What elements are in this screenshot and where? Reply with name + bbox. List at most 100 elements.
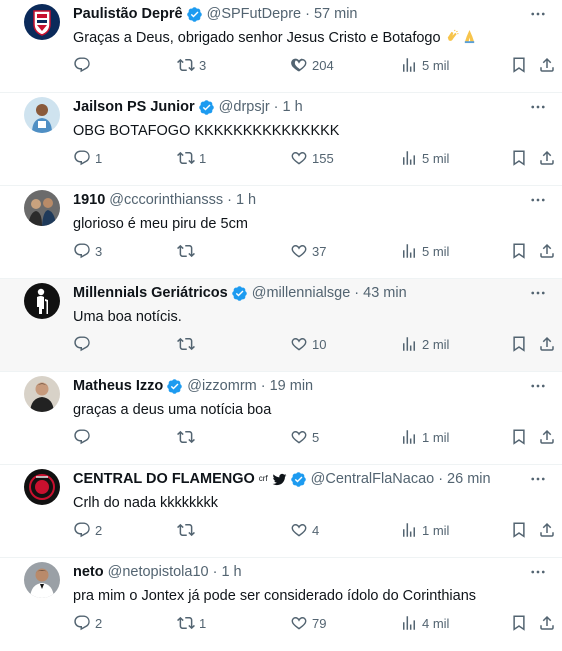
like-button[interactable]: 79 xyxy=(290,612,326,634)
timestamp[interactable]: 19 min xyxy=(270,377,314,395)
author-handle[interactable]: @izzomrm xyxy=(187,377,257,395)
timestamp[interactable]: 1 h xyxy=(283,98,303,116)
views-button[interactable]: 5 mil xyxy=(400,240,449,262)
more-options-icon[interactable] xyxy=(528,5,548,21)
retweet-button[interactable] xyxy=(177,519,199,541)
views-icon xyxy=(403,58,415,72)
avatar[interactable] xyxy=(24,97,60,133)
bookmark-button[interactable] xyxy=(510,612,528,634)
share-button[interactable] xyxy=(538,147,556,169)
author-name[interactable]: Jailson PS Junior xyxy=(73,98,195,116)
tweet-text: Graças a Deus, obrigado senhor Jesus Cri… xyxy=(73,29,542,48)
share-button[interactable] xyxy=(538,426,556,448)
share-button[interactable] xyxy=(538,612,556,634)
share-button[interactable] xyxy=(538,519,556,541)
more-options-icon[interactable] xyxy=(528,191,548,207)
tweet[interactable]: Paulistão Deprê @SPFutDepre · 57 min Gra… xyxy=(0,0,562,93)
bookmark-button[interactable] xyxy=(510,240,528,262)
view-count: 4 mil xyxy=(422,615,450,631)
avatar[interactable] xyxy=(24,4,60,40)
tweet[interactable]: Matheus Izzo @izzomrm · 19 min graças a … xyxy=(0,372,562,465)
tweet[interactable]: Millennials Geriátricos @millennialsge ·… xyxy=(0,279,562,372)
author-name[interactable]: neto xyxy=(73,563,104,581)
avatar[interactable] xyxy=(24,562,60,598)
heart-icon xyxy=(291,152,307,165)
author-name[interactable]: Matheus Izzo xyxy=(73,377,163,395)
timestamp[interactable]: 43 min xyxy=(363,284,407,302)
bookmark-button[interactable] xyxy=(510,519,528,541)
like-button[interactable]: 10 xyxy=(290,333,326,355)
share-icon xyxy=(540,429,554,444)
views-icon xyxy=(403,616,415,630)
more-options-icon[interactable] xyxy=(528,470,548,486)
more-options-icon[interactable] xyxy=(528,377,548,393)
reply-button[interactable]: 2 xyxy=(73,519,102,541)
reply-button[interactable] xyxy=(73,426,95,448)
author-name[interactable]: 1910 xyxy=(73,191,105,209)
reply-button[interactable]: 2 xyxy=(73,612,102,634)
tweet[interactable]: 1910 @cccorinthiansss · 1 h glorioso é m… xyxy=(0,186,562,279)
retweet-button[interactable]: 1 xyxy=(177,612,206,634)
author-name[interactable]: Paulistão Deprê xyxy=(73,5,183,23)
like-button[interactable]: 37 xyxy=(290,240,326,262)
tweet-text: pra mim o Jontex já pode ser considerado… xyxy=(73,588,477,604)
reply-count: 3 xyxy=(95,243,103,259)
timestamp[interactable]: 26 min xyxy=(447,470,491,488)
share-button[interactable] xyxy=(538,240,556,262)
reply-button[interactable] xyxy=(73,333,95,355)
reply-button[interactable] xyxy=(73,54,95,76)
share-button[interactable] xyxy=(538,54,556,76)
avatar[interactable] xyxy=(24,469,60,505)
author-handle[interactable]: @CentralFlaNacao xyxy=(311,470,435,488)
tweet[interactable]: CENTRAL DO FLAMENGO crf @CentralFlaNacao… xyxy=(0,465,562,558)
tweet[interactable]: neto @netopistola10 · 1 h pra mim o Jont… xyxy=(0,558,562,651)
author-name[interactable]: CENTRAL DO FLAMENGO xyxy=(73,470,255,488)
author-handle[interactable]: @SPFutDepre xyxy=(207,5,302,23)
author-handle[interactable]: @cccorinthiansss xyxy=(109,191,223,209)
share-button[interactable] xyxy=(538,333,556,355)
timestamp[interactable]: 1 h xyxy=(236,191,256,209)
like-button[interactable]: 5 xyxy=(290,426,319,448)
views-button[interactable]: 2 mil xyxy=(400,333,449,355)
views-button[interactable]: 5 mil xyxy=(400,147,449,169)
reply-button[interactable]: 3 xyxy=(73,240,102,262)
bookmark-button[interactable] xyxy=(510,333,528,355)
timestamp[interactable]: 57 min xyxy=(314,5,358,23)
views-button[interactable]: 5 mil xyxy=(400,54,449,76)
avatar[interactable] xyxy=(24,376,60,412)
separator: · xyxy=(260,378,266,394)
views-button[interactable]: 1 mil xyxy=(400,519,449,541)
author-name[interactable]: Millennials Geriátricos xyxy=(73,284,228,302)
reply-icon xyxy=(74,429,90,445)
views-button[interactable]: 4 mil xyxy=(400,612,449,634)
more-options-icon[interactable] xyxy=(528,284,548,300)
bookmark-button[interactable] xyxy=(510,147,528,169)
reply-button[interactable]: 1 xyxy=(73,147,102,169)
bookmark-button[interactable] xyxy=(510,426,528,448)
retweet-button[interactable]: 3 xyxy=(177,54,206,76)
bookmark-button[interactable] xyxy=(510,54,528,76)
author-handle[interactable]: @netopistola10 xyxy=(108,563,209,581)
like-button[interactable]: 204 xyxy=(290,54,334,76)
flair-text: crf xyxy=(258,474,268,483)
avatar[interactable] xyxy=(24,190,60,226)
author-handle[interactable]: @drpsjr xyxy=(219,98,270,116)
retweet-button[interactable] xyxy=(177,333,199,355)
views-icon xyxy=(403,523,415,537)
retweet-button[interactable]: 1 xyxy=(177,147,206,169)
tweet[interactable]: Jailson PS Junior @drpsjr · 1 h OBG BOTA… xyxy=(0,93,562,186)
retweet-count: 3 xyxy=(199,57,207,73)
bird-icon xyxy=(272,473,287,485)
more-options-icon[interactable] xyxy=(528,98,548,114)
author-handle[interactable]: @millennialsge xyxy=(252,284,351,302)
like-button[interactable]: 155 xyxy=(290,147,334,169)
avatar[interactable] xyxy=(24,283,60,319)
views-button[interactable]: 1 mil xyxy=(400,426,449,448)
more-options-icon[interactable] xyxy=(528,563,548,579)
retweet-button[interactable] xyxy=(177,426,199,448)
like-button[interactable]: 4 xyxy=(290,519,319,541)
timestamp[interactable]: 1 h xyxy=(221,563,241,581)
heart-icon xyxy=(291,617,307,630)
reply-icon xyxy=(74,615,90,631)
retweet-button[interactable] xyxy=(177,240,199,262)
